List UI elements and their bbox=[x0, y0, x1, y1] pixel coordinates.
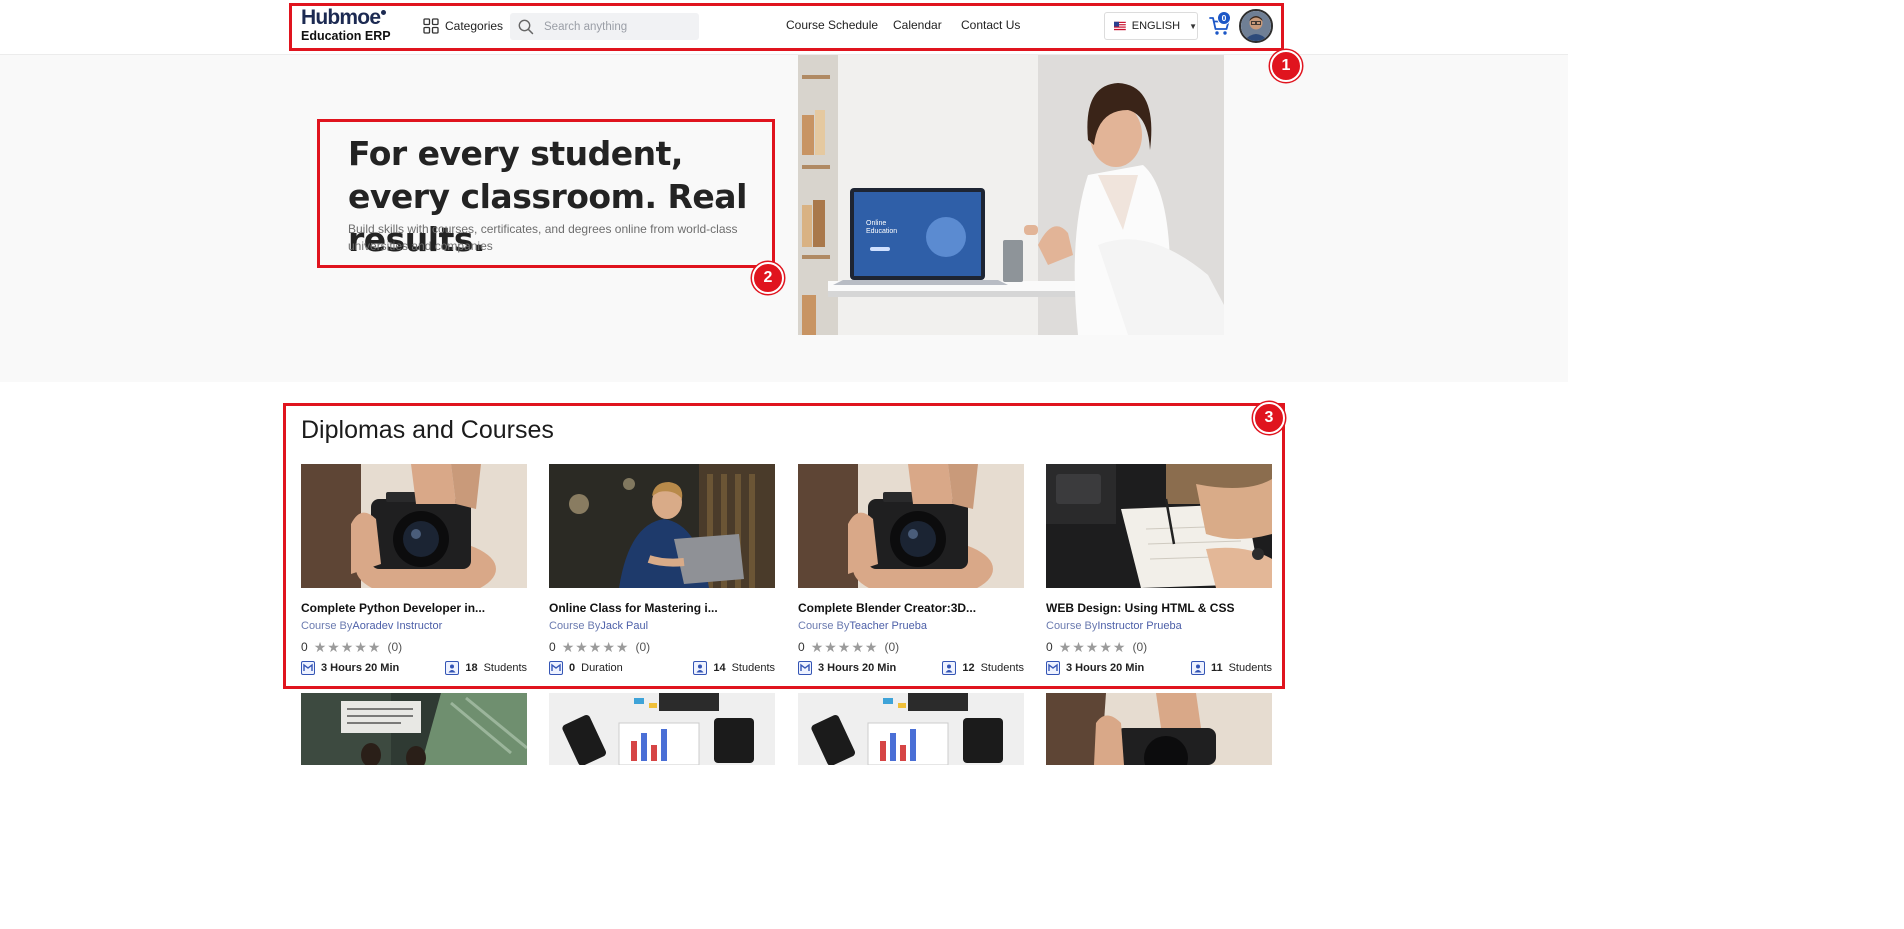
course-thumbnail-charts bbox=[549, 693, 775, 765]
svg-text:Online: Online bbox=[866, 220, 886, 227]
annotation-badge-2: 2 bbox=[752, 262, 784, 294]
course-card-partial[interactable] bbox=[798, 693, 1024, 765]
annotation-box-1 bbox=[289, 3, 1284, 51]
course-card-partial[interactable] bbox=[549, 693, 775, 765]
annotation-badge-1: 1 bbox=[1270, 50, 1302, 82]
course-card-partial[interactable] bbox=[1046, 693, 1272, 765]
course-thumbnail-subway bbox=[301, 693, 527, 765]
svg-text:Education: Education bbox=[866, 228, 897, 235]
course-thumbnail-charts bbox=[798, 693, 1024, 765]
course-card-partial[interactable] bbox=[301, 693, 527, 765]
hero-image: Online Education bbox=[798, 55, 1224, 335]
course-thumbnail-camera bbox=[1046, 693, 1272, 765]
annotation-box-2 bbox=[317, 119, 775, 268]
hero-section: For every student, every classroom. Real… bbox=[0, 55, 1568, 382]
annotation-badge-3: 3 bbox=[1253, 402, 1285, 434]
annotation-box-3 bbox=[283, 403, 1285, 689]
